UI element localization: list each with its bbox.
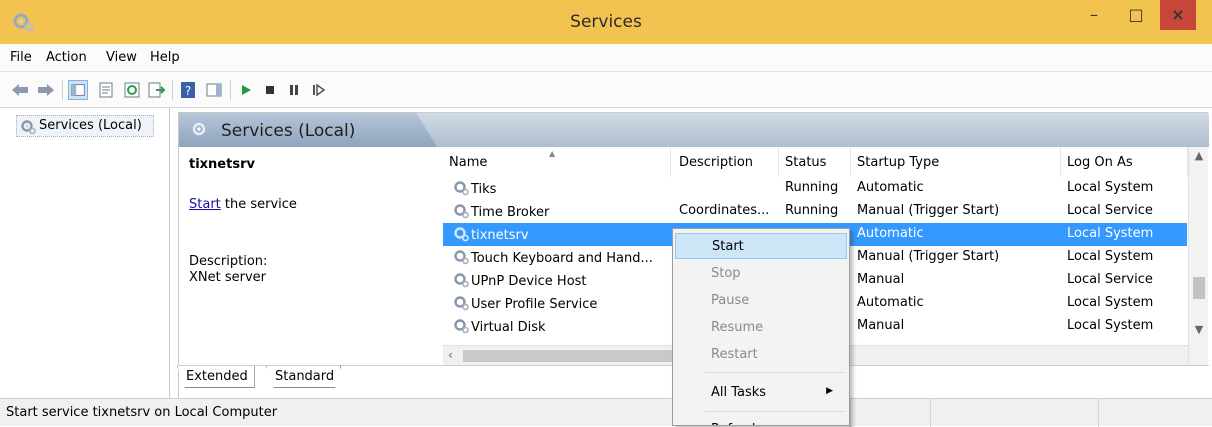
context-menu: Start Stop Pause Resume Restart All Task…	[672, 228, 850, 426]
status-panel	[930, 399, 931, 427]
menu-separator	[705, 411, 845, 412]
services-gear-icon	[192, 122, 206, 136]
submenu-arrow-icon: ▶	[826, 386, 833, 396]
back-arrow-icon[interactable]	[10, 80, 30, 100]
service-gear-icon	[454, 250, 469, 265]
vertical-scrollbar[interactable]: ▲ ▼	[1188, 147, 1208, 365]
play-icon[interactable]	[236, 80, 256, 100]
show-hide-action-pane-icon[interactable]	[204, 80, 224, 100]
status-bar: Start service tixnetsrv on Local Compute…	[0, 398, 1212, 427]
pause-icon[interactable]	[284, 80, 304, 100]
resume-icon[interactable]	[308, 80, 328, 100]
forward-arrow-icon[interactable]	[36, 80, 56, 100]
selected-service-name: tixnetsrv	[189, 157, 255, 172]
service-gear-icon	[454, 227, 469, 242]
column-header-startup-type[interactable]: Startup Type	[851, 147, 1061, 177]
window-title: Services	[570, 12, 642, 32]
menu-item-all-tasks[interactable]: All Tasks ▶	[675, 380, 847, 406]
stop-icon[interactable]	[260, 80, 280, 100]
scroll-left-icon[interactable]: ‹	[448, 348, 453, 362]
pane-header: Services (Local)	[179, 113, 1209, 147]
sort-ascending-icon: ▲	[549, 149, 556, 158]
svg-text:?: ?	[185, 84, 191, 98]
status-panel	[1098, 399, 1099, 427]
menu-item-refresh[interactable]: Refresh	[675, 417, 847, 425]
status-panel	[850, 399, 851, 427]
toolbar-separator	[62, 80, 63, 100]
minimize-button[interactable]: –	[1076, 0, 1112, 30]
column-header-name[interactable]: ▲ Name	[443, 147, 671, 177]
column-header-log-on-as[interactable]: Log On As	[1061, 147, 1188, 177]
service-gear-icon	[454, 181, 469, 196]
toolbar-separator	[172, 80, 173, 100]
menu-item-start[interactable]: Start	[675, 233, 847, 259]
services-gear-icon	[21, 120, 36, 135]
service-gear-icon	[454, 273, 469, 288]
help-icon[interactable]: ?	[178, 80, 198, 100]
pane-title: Services (Local)	[221, 121, 356, 141]
menu-view[interactable]: View	[106, 50, 137, 65]
maximize-button[interactable]: □	[1118, 0, 1154, 30]
toolbar-separator	[230, 80, 231, 100]
toolbar: ?	[0, 72, 1212, 108]
service-gear-icon	[454, 204, 469, 219]
status-text: Start service tixnetsrv on Local Compute…	[6, 405, 278, 420]
show-hide-tree-icon[interactable]	[68, 80, 88, 100]
scroll-down-icon[interactable]: ▼	[1189, 323, 1209, 336]
close-button[interactable]: ×	[1160, 0, 1196, 30]
vertical-scroll-thumb[interactable]	[1193, 277, 1205, 299]
menu-item-stop: Stop	[711, 266, 741, 281]
menu-item-restart: Restart	[711, 347, 758, 362]
start-service-line: Start the service	[189, 197, 297, 212]
scroll-up-icon[interactable]: ▲	[1189, 149, 1209, 162]
start-service-link[interactable]: Start	[189, 197, 221, 212]
service-gear-icon	[454, 319, 469, 334]
properties-icon[interactable]	[96, 80, 116, 100]
description-label: Description:	[189, 254, 268, 269]
menu-separator	[705, 372, 845, 373]
start-service-suffix: the service	[220, 197, 297, 212]
service-row[interactable]: Tiks Running Automatic Local System	[443, 177, 1187, 200]
tree-node-services-local[interactable]: Services (Local)	[16, 115, 154, 137]
title-bar: Services – □ ×	[0, 0, 1212, 44]
menu-item-resume: Resume	[711, 320, 764, 335]
horizontal-scroll-thumb[interactable]	[463, 350, 683, 362]
export-list-icon[interactable]	[146, 80, 166, 100]
service-row[interactable]: Time Broker Coordinates... Running Manua…	[443, 200, 1187, 223]
service-gear-icon	[454, 296, 469, 311]
column-header-description[interactable]: Description	[673, 147, 779, 177]
menu-action[interactable]: Action	[46, 50, 87, 65]
tab-extended[interactable]: Extended	[177, 366, 255, 388]
column-header-status[interactable]: Status	[779, 147, 851, 177]
refresh-icon[interactable]	[122, 80, 142, 100]
tree-node-label: Services (Local)	[39, 118, 142, 133]
console-tree: Services (Local)	[0, 108, 170, 398]
description-text: XNet server	[189, 270, 267, 285]
menu-help[interactable]: Help	[150, 50, 180, 65]
menu-file[interactable]: File	[10, 50, 32, 65]
extended-description-panel: tixnetsrv Start the service Description:…	[179, 147, 441, 365]
menu-bar: File Action View Help	[0, 44, 1212, 72]
tab-standard[interactable]: Standard	[266, 366, 342, 388]
menu-item-pause: Pause	[711, 293, 750, 308]
